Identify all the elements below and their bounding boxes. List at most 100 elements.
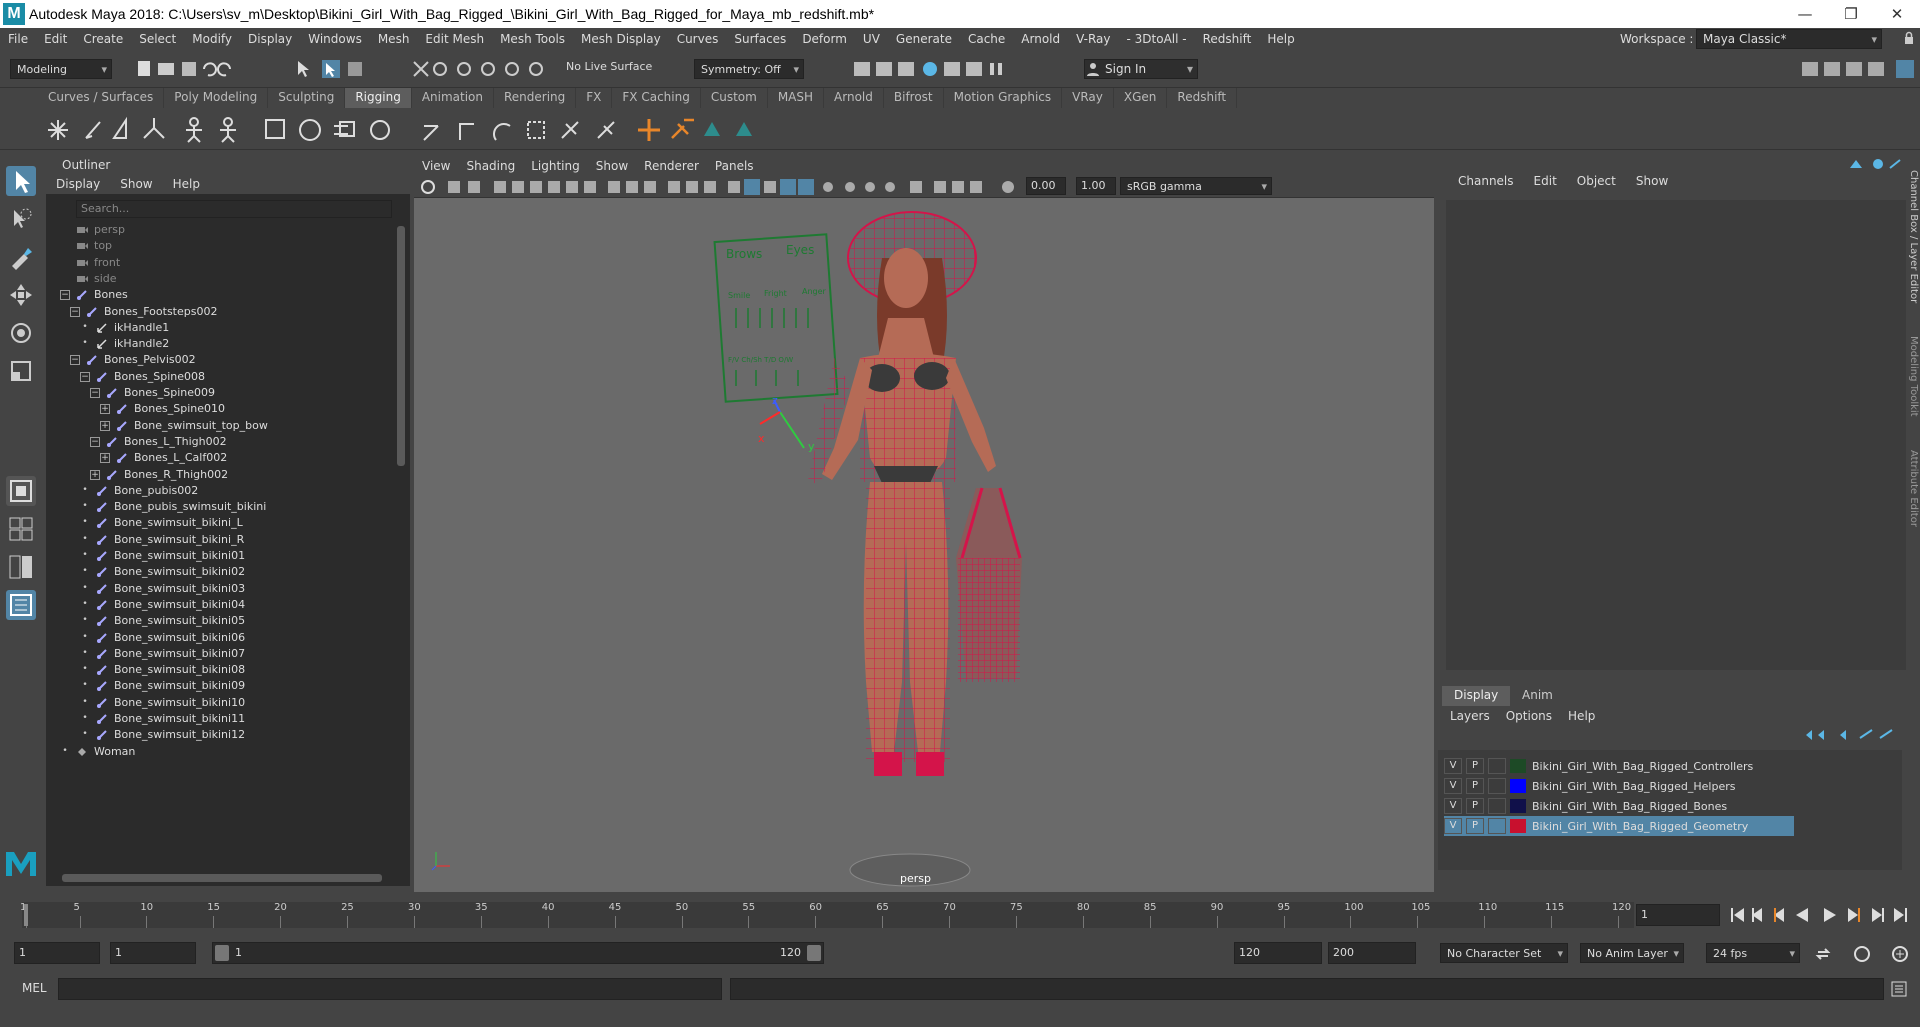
menu-3dtoall[interactable]: - 3DtoAll -: [1119, 32, 1195, 46]
time-ruler[interactable]: 1510152025303540455055606570758085909510…: [20, 902, 1634, 928]
channel-menu-channels[interactable]: Channels: [1448, 174, 1524, 188]
outliner-item[interactable]: • Woman: [60, 742, 135, 762]
shelf-tab-rigging[interactable]: Rigging: [345, 88, 412, 108]
layer-menu-layers[interactable]: Layers: [1442, 709, 1498, 723]
playback-controls[interactable]: [1728, 904, 1914, 926]
expand-toggle-icon[interactable]: •: [80, 665, 90, 675]
layer-tool-icons[interactable]: [1798, 726, 1898, 744]
expand-toggle-icon[interactable]: •: [80, 583, 90, 594]
tab-anim[interactable]: Anim: [1510, 686, 1565, 706]
channel-menu-edit[interactable]: Edit: [1524, 174, 1567, 188]
shelf-tab-motion-graphics[interactable]: Motion Graphics: [944, 88, 1063, 108]
panel-layout-icons[interactable]: [1800, 58, 1918, 80]
expand-toggle-icon[interactable]: •: [80, 518, 90, 528]
shelf-tab-animation[interactable]: Animation: [412, 88, 494, 108]
shelf-tab-custom[interactable]: Custom: [701, 88, 768, 108]
expand-toggle-icon[interactable]: •: [60, 746, 70, 757]
shelf-tab-xgen[interactable]: XGen: [1114, 88, 1168, 108]
expand-toggle-icon[interactable]: •: [80, 485, 90, 496]
shelf-tab-vray[interactable]: VRay: [1062, 88, 1114, 108]
lock-icon[interactable]: [1902, 31, 1916, 45]
menu-modify[interactable]: Modify: [184, 32, 240, 46]
rigging-tools-icons[interactable]: [14, 110, 794, 150]
layer-color-swatch[interactable]: [1510, 779, 1526, 793]
anim-end-field[interactable]: 200: [1328, 942, 1416, 964]
live-surface-label[interactable]: No Live Surface: [566, 60, 662, 80]
menu-curves[interactable]: Curves: [669, 32, 727, 46]
shelf-tab-bifrost[interactable]: Bifrost: [884, 88, 944, 108]
layer-playback-toggle[interactable]: P: [1466, 758, 1484, 774]
side-tab-modeling-toolkit[interactable]: Modeling Toolkit: [1908, 336, 1919, 417]
outliner-hscrollbar[interactable]: [62, 874, 382, 882]
expand-toggle-icon[interactable]: •: [80, 599, 90, 610]
shelf-tab-mash[interactable]: MASH: [768, 88, 825, 108]
current-frame-field[interactable]: 1: [1636, 904, 1720, 926]
menu-select[interactable]: Select: [131, 32, 184, 46]
menu-generate[interactable]: Generate: [888, 32, 960, 46]
layer-color-swatch[interactable]: [1510, 819, 1526, 833]
mel-command-input[interactable]: [58, 978, 722, 1000]
single-view-icon[interactable]: [6, 476, 36, 506]
outliner-menu-show[interactable]: Show: [110, 177, 162, 191]
menu-display[interactable]: Display: [240, 32, 300, 46]
workspace-dropdown[interactable]: Maya Classic*: [1696, 29, 1882, 49]
expand-toggle-icon[interactable]: +: [90, 469, 100, 480]
layer-row[interactable]: V P Bikini_Girl_With_Bag_Rigged_Helpers: [1444, 776, 1794, 796]
menu-mesh-tools[interactable]: Mesh Tools: [492, 32, 573, 46]
expand-toggle-icon[interactable]: +: [100, 420, 110, 431]
expand-toggle-icon[interactable]: •: [80, 714, 90, 724]
expand-toggle-icon[interactable]: +: [100, 404, 110, 415]
viewport-menu-shading[interactable]: Shading: [458, 159, 523, 173]
viewport-canvas[interactable]: Brows Eyes Smile Fright Anger F/V Ch/Sh …: [414, 198, 1434, 892]
transform-gizmo[interactable]: x y z: [758, 394, 815, 453]
character-set-dropdown[interactable]: No Character Set: [1440, 943, 1568, 963]
two-view-icon[interactable]: [6, 552, 36, 582]
snap-icons[interactable]: [410, 58, 550, 80]
mel-label[interactable]: MEL: [22, 981, 47, 995]
expand-toggle-icon[interactable]: •: [80, 339, 90, 349]
expand-toggle-icon[interactable]: −: [90, 436, 100, 447]
outliner-menu-help[interactable]: Help: [163, 177, 210, 191]
anim-layer-dropdown[interactable]: No Anim Layer: [1580, 943, 1684, 963]
fps-dropdown[interactable]: 24 fps: [1706, 943, 1800, 963]
expand-toggle-icon[interactable]: −: [70, 306, 80, 317]
current-time-indicator[interactable]: [24, 904, 28, 926]
facial-control-board[interactable]: Brows Eyes Smile Fright Anger F/V Ch/Sh …: [713, 233, 839, 403]
expand-toggle-icon[interactable]: •: [80, 697, 90, 708]
scale-tool-icon[interactable]: [6, 356, 36, 386]
lasso-tool-icon[interactable]: [6, 204, 36, 234]
outliner-layout-icon[interactable]: [6, 590, 36, 620]
menu-surfaces[interactable]: Surfaces: [726, 32, 794, 46]
menu-create[interactable]: Create: [75, 32, 131, 46]
expand-toggle-icon[interactable]: •: [80, 534, 90, 545]
layer-row[interactable]: V P Bikini_Girl_With_Bag_Rigged_Geometry: [1444, 816, 1794, 836]
paint-select-icon[interactable]: [6, 242, 36, 272]
layer-visibility-toggle[interactable]: V: [1444, 798, 1462, 814]
layer-visibility-toggle[interactable]: V: [1444, 778, 1462, 794]
rotate-tool-icon[interactable]: [6, 318, 36, 348]
range-bar[interactable]: 1 120: [212, 942, 824, 964]
sign-in-button[interactable]: Sign In ▾: [1084, 59, 1198, 79]
expand-toggle-icon[interactable]: •: [80, 632, 90, 643]
layer-menu-options[interactable]: Options: [1498, 709, 1560, 723]
range-start-handle[interactable]: [215, 945, 229, 961]
render-icons[interactable]: [852, 58, 1052, 80]
minimize-button[interactable]: —: [1782, 0, 1828, 28]
channel-menu-object[interactable]: Object: [1567, 174, 1626, 188]
menu-deform[interactable]: Deform: [794, 32, 855, 46]
outliner-search-input[interactable]: Search...: [76, 200, 392, 218]
menu-file[interactable]: File: [0, 32, 36, 46]
layer-color-swatch[interactable]: [1510, 759, 1526, 773]
side-tab-attribute-editor[interactable]: Attribute Editor: [1908, 450, 1919, 527]
exposure-field[interactable]: 0.00: [1026, 177, 1066, 195]
expand-toggle-icon[interactable]: •: [80, 322, 90, 333]
range-end-handle[interactable]: [807, 945, 821, 961]
expand-toggle-icon[interactable]: −: [80, 371, 90, 382]
layer-visibility-toggle[interactable]: V: [1444, 818, 1462, 834]
expand-toggle-icon[interactable]: •: [80, 730, 90, 740]
expand-toggle-icon[interactable]: •: [80, 616, 90, 626]
file-icons[interactable]: [136, 58, 236, 80]
layer-playback-toggle[interactable]: P: [1466, 798, 1484, 814]
viewport-menu-lighting[interactable]: Lighting: [523, 159, 588, 173]
layer-display-type-toggle[interactable]: [1488, 778, 1506, 794]
